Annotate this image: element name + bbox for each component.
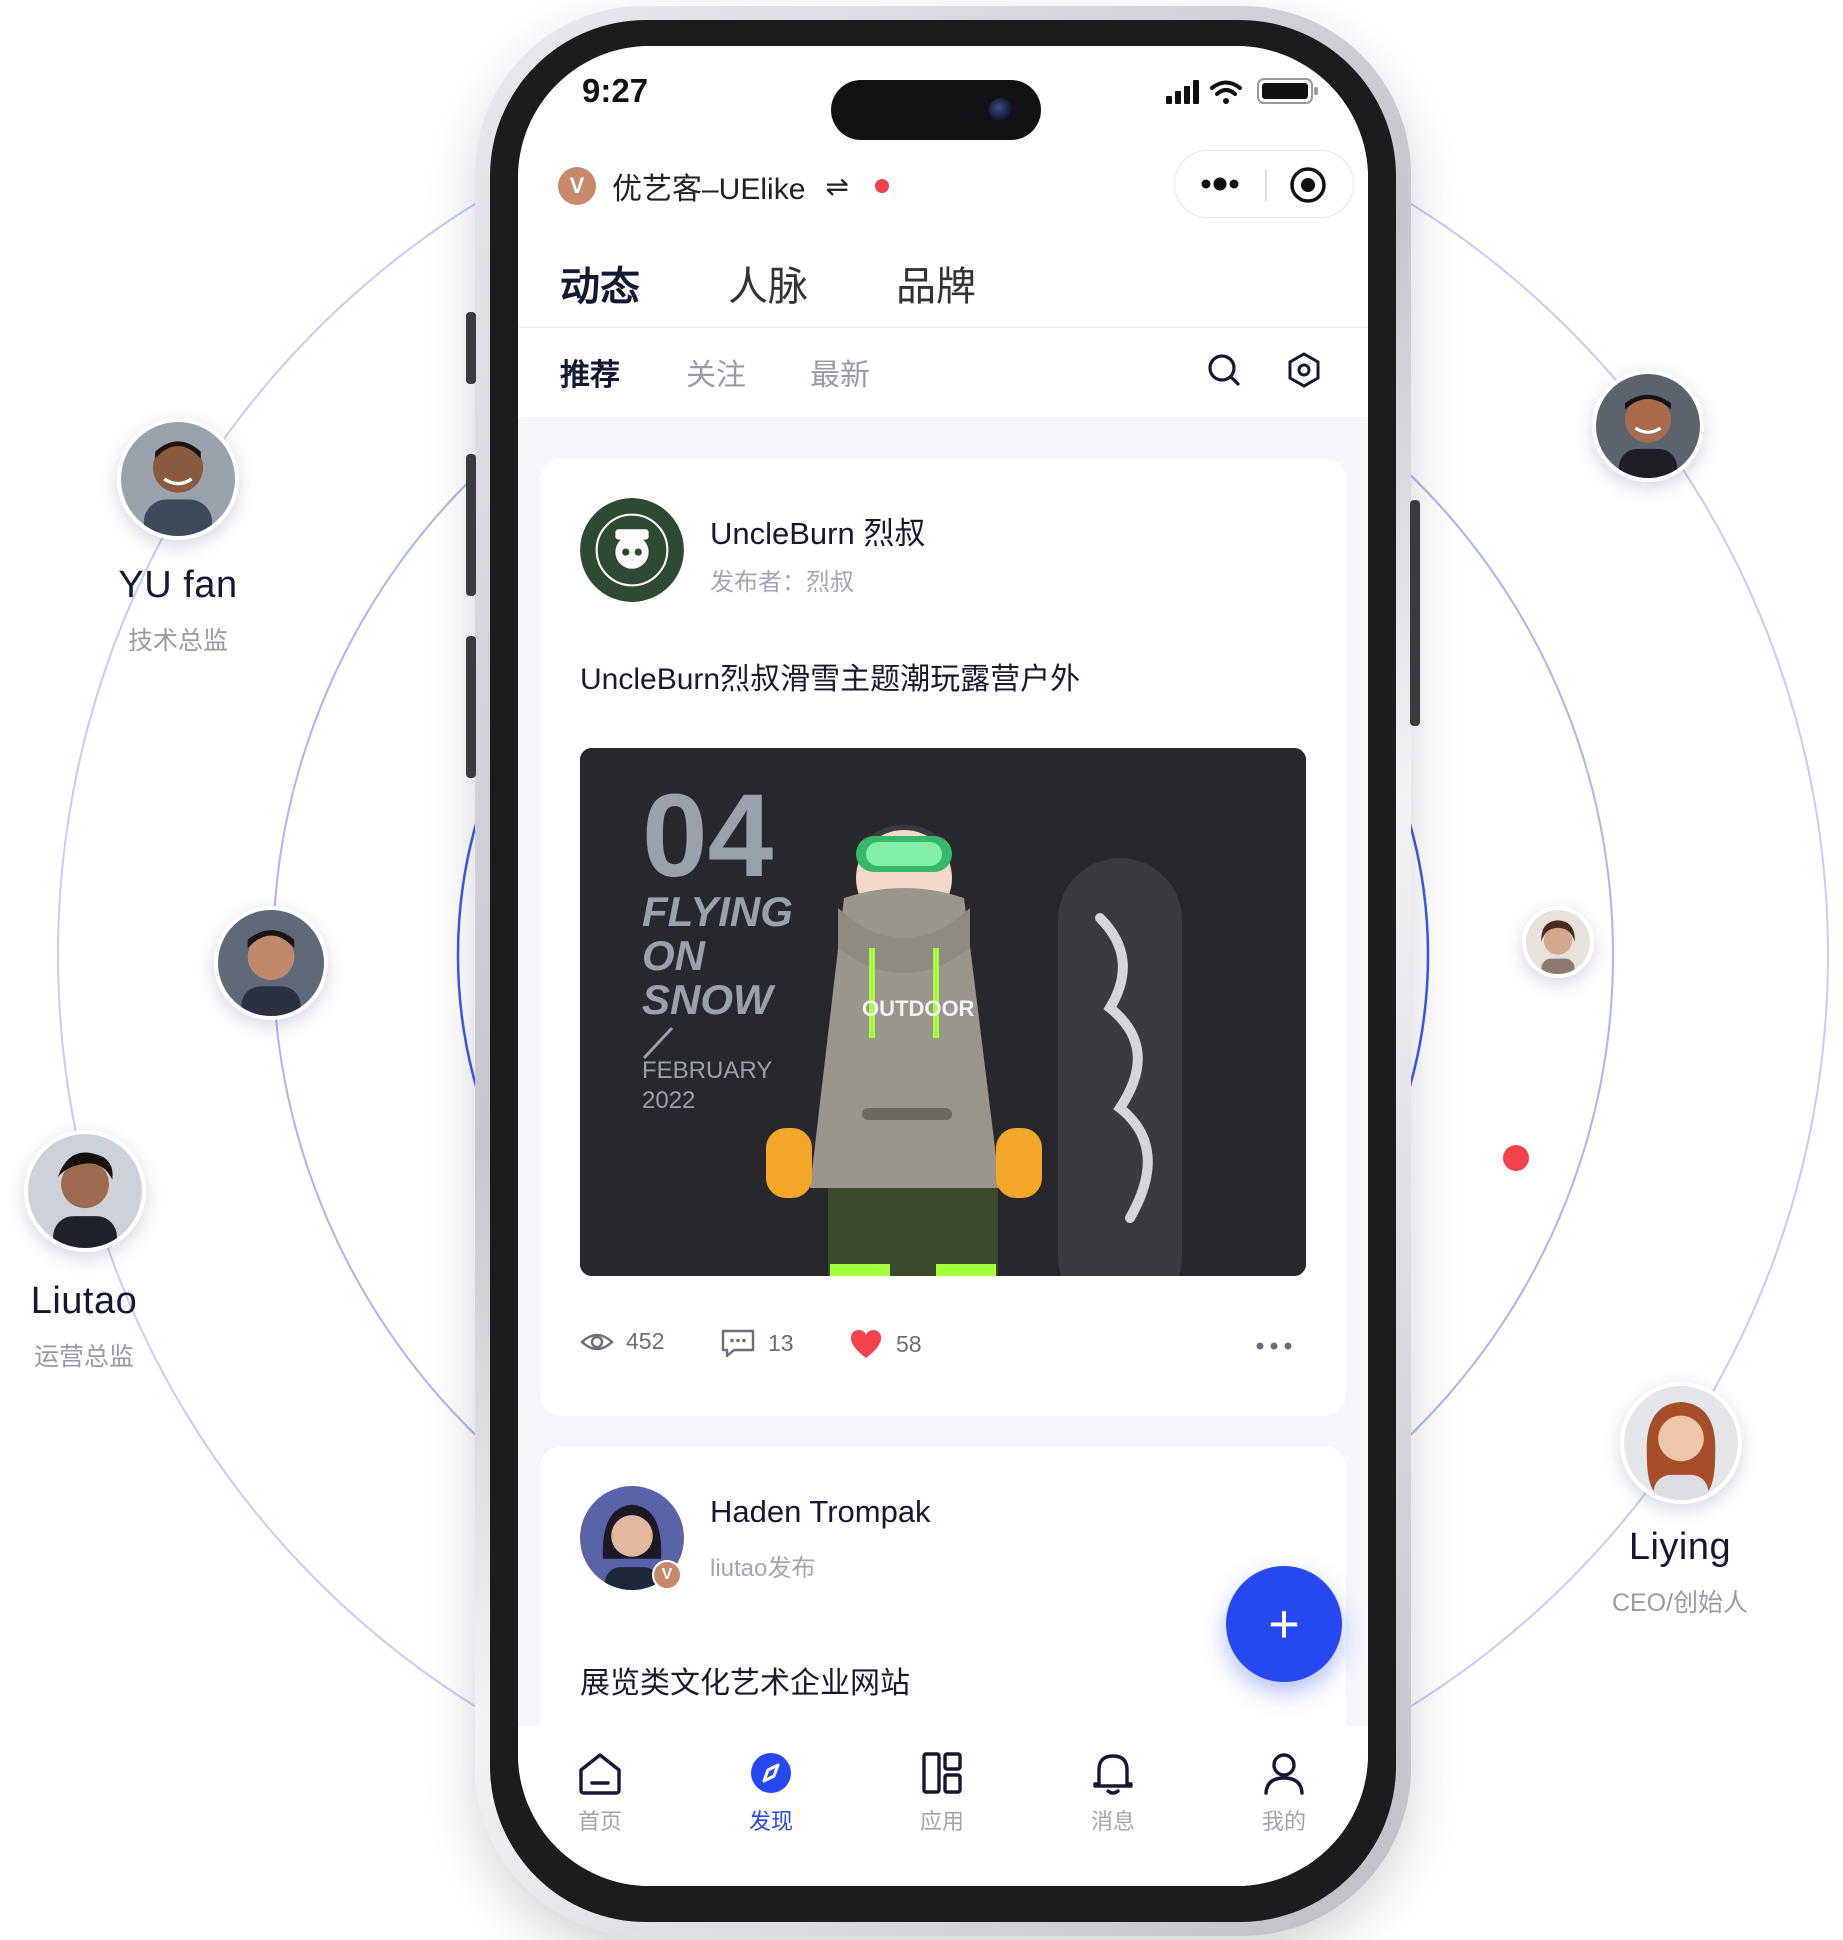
post-publisher: liutao发布 <box>710 1555 816 1582</box>
subtab-latest[interactable]: 最新 <box>810 350 870 394</box>
person-label-yufan: YU fan 技术总监 <box>58 564 298 657</box>
person-label-liutao: Liutao 运营总监 <box>0 1280 204 1373</box>
subtab-following[interactable]: 关注 <box>686 350 746 394</box>
post-author-name[interactable]: Haden Trompak <box>710 1494 931 1530</box>
subtab-recommend[interactable]: 推荐 <box>560 350 620 394</box>
swap-icon[interactable]: ⇌ <box>825 170 848 203</box>
avatar-liying[interactable] <box>1620 1382 1742 1504</box>
apps-icon <box>922 1752 962 1794</box>
person-name: Liutao <box>30 1280 138 1322</box>
eye-icon <box>580 1333 614 1350</box>
post-publisher: 发布者：烈叔 <box>710 569 854 596</box>
avatar-yufan[interactable] <box>117 418 239 540</box>
avatar-orbit-right-mid[interactable] <box>1522 906 1594 978</box>
person-role: 运营总监 <box>33 1343 134 1371</box>
post-image[interactable]: 04 FLYING ON SNOW FEBRUARY 2022 OUTDOOR <box>580 748 1306 1276</box>
comment-count[interactable]: 13 <box>720 1328 794 1358</box>
comments-value: 13 <box>768 1329 794 1356</box>
sub-tab-bar: 推荐 关注 最新 <box>518 327 1368 417</box>
post-card[interactable]: UncleBurn 烈叔 发布者：烈叔 UncleBurn烈叔滑雪主题潮玩露营户… <box>540 458 1346 1416</box>
side-button-volume-down[interactable] <box>466 636 476 778</box>
view-count[interactable]: 452 <box>580 1328 664 1355</box>
nav-label: 发现 <box>748 1809 793 1834</box>
tab-brand[interactable]: 品牌 <box>896 254 976 312</box>
bell-icon <box>1093 1754 1133 1795</box>
side-button-power[interactable] <box>1410 500 1420 726</box>
nav-apps[interactable]: 应用 <box>882 1748 1002 1836</box>
image-month: FEBRUARY <box>642 1057 772 1084</box>
nav-profile[interactable]: 我的 <box>1224 1748 1344 1836</box>
user-icon <box>1264 1753 1304 1795</box>
status-time: 9:27 <box>582 72 649 109</box>
views-value: 452 <box>626 1328 665 1354</box>
notification-dot <box>874 179 889 193</box>
post-author-avatar[interactable] <box>580 498 684 602</box>
compass-icon <box>751 1753 791 1793</box>
image-line1: FLYING <box>642 888 793 935</box>
status-icons <box>1166 78 1318 104</box>
side-button-action[interactable] <box>466 312 476 384</box>
capsule-divider <box>1265 169 1267 201</box>
nav-home[interactable]: 首页 <box>540 1748 660 1836</box>
signal-icon <box>1166 80 1199 104</box>
person-name: Liying <box>1628 1526 1732 1568</box>
image-number: 04 <box>642 770 773 902</box>
search-icon[interactable] <box>1204 350 1244 390</box>
post-text[interactable]: 展览类文化艺术企业网站 <box>580 1658 910 1702</box>
comment-icon <box>721 1329 755 1358</box>
camera-icon <box>989 98 1013 122</box>
orbit-red-dot <box>1503 1145 1529 1171</box>
person-role: 技术总监 <box>127 627 228 655</box>
phone-screen: 9:27 V 优艺客–UElike ⇌ 动态 人脉 品牌 推荐 关注 最新 Un… <box>518 46 1368 1886</box>
image-line3: SNOW <box>642 976 776 1023</box>
wifi-icon <box>1210 80 1242 96</box>
tab-network[interactable]: 人脉 <box>728 254 808 312</box>
side-button-volume-up[interactable] <box>466 454 476 596</box>
add-post-button[interactable]: + <box>1226 1566 1342 1682</box>
more-icon[interactable] <box>1197 161 1243 207</box>
nav-messages[interactable]: 消息 <box>1053 1748 1173 1836</box>
heart-icon <box>850 1330 882 1358</box>
nav-discover[interactable]: 发现 <box>711 1748 831 1836</box>
avatar-orbit-left[interactable] <box>214 906 328 1020</box>
verified-badge: V <box>652 1560 682 1590</box>
app-title-row[interactable]: V 优艺客–UElike ⇌ <box>558 161 889 211</box>
image-year: 2022 <box>642 1087 695 1114</box>
bottom-nav: 首页 发现 应用 消息 我的 <box>518 1726 1368 1886</box>
image-line2: ON <box>642 932 707 979</box>
likes-value: 58 <box>896 1330 922 1357</box>
like-count[interactable]: 58 <box>848 1328 922 1360</box>
post-author-name[interactable]: UncleBurn 烈叔 <box>710 508 925 553</box>
nav-label: 应用 <box>919 1809 964 1834</box>
avatar-liutao[interactable] <box>24 1130 146 1252</box>
mini-program-capsule <box>1174 150 1354 218</box>
app-logo: V <box>558 167 596 205</box>
person-role: CEO/创始人 <box>1611 1589 1749 1617</box>
post-more-icon[interactable] <box>1254 1338 1294 1354</box>
app-name: 优艺客–UElike <box>612 173 806 206</box>
dynamic-island <box>831 80 1041 140</box>
person-label-liying: Liying CEO/创始人 <box>1560 1526 1800 1619</box>
main-tabs: 动态 人脉 品牌 <box>560 254 1064 312</box>
tab-dynamic[interactable]: 动态 <box>560 254 640 312</box>
close-target-icon[interactable] <box>1288 165 1328 205</box>
battery-icon <box>1257 78 1318 104</box>
nav-label: 首页 <box>577 1809 622 1834</box>
home-icon <box>579 1753 621 1795</box>
settings-hexagon-icon[interactable] <box>1284 350 1324 390</box>
avatar-orbit-right-top[interactable] <box>1592 370 1704 482</box>
hoodie-text: OUTDOOR <box>862 996 975 1021</box>
nav-label: 我的 <box>1261 1809 1306 1834</box>
nav-label: 消息 <box>1090 1809 1135 1834</box>
post-text[interactable]: UncleBurn烈叔滑雪主题潮玩露营户外 <box>580 654 1080 698</box>
person-name: YU fan <box>118 564 238 606</box>
